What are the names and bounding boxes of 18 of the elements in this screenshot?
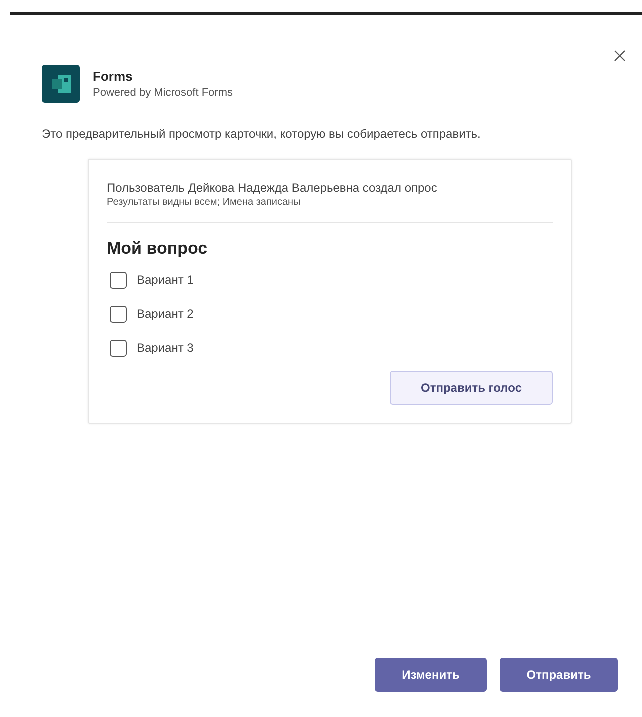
question-title: Мой вопрос [107, 238, 209, 260]
forms-logo-icon [42, 65, 80, 103]
author-line: Пользователь Дейкова Надежда Валерьевна создал опрос [107, 180, 438, 196]
app-subtitle: Powered by Microsoft Forms [93, 86, 233, 100]
option-checkbox[interactable] [110, 306, 127, 322]
vote-button[interactable]: Отправить голос [390, 371, 553, 405]
option-checkbox[interactable] [110, 340, 127, 356]
settings-line: Результаты видны всем; Имена записаны [107, 196, 302, 210]
preview-description: Это предварительный просмотр карточки, которую вы собираетесь отправить. [42, 126, 482, 143]
option-label: Вариант 2 [137, 306, 194, 323]
option-label: Вариант 1 [137, 272, 194, 289]
app-name: Forms [93, 68, 134, 84]
close-button[interactable] [612, 48, 628, 64]
option-label: Вариант 3 [137, 340, 194, 357]
option-checkbox[interactable] [110, 272, 127, 288]
close-icon [614, 50, 626, 62]
action-button[interactable]: Изменить [375, 658, 487, 692]
action-button[interactable]: Отправить [500, 658, 618, 692]
